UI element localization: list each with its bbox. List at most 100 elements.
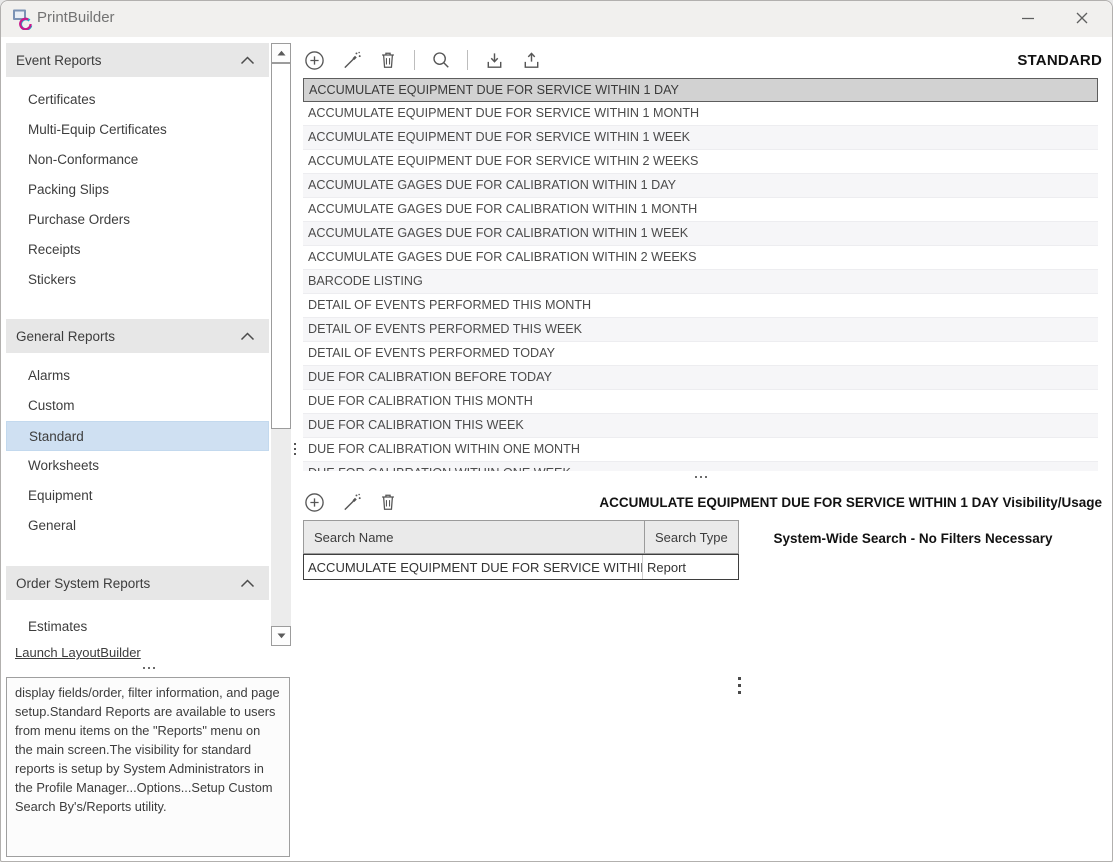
panel-splitter[interactable]	[293, 43, 302, 823]
sidebar-item-alarms[interactable]: Alarms	[6, 361, 269, 391]
import-button[interactable]	[483, 49, 505, 71]
sidebar-item-certificates[interactable]: Certificates	[6, 85, 269, 115]
add-button[interactable]	[303, 49, 325, 71]
minimize-button[interactable]	[1006, 1, 1050, 35]
sidebar: Event Reports CertificatesMulti-Equip Cer…	[6, 43, 269, 662]
sidebar-item-receipts[interactable]: Receipts	[6, 235, 269, 265]
sidebar-item-worksheets[interactable]: Worksheets	[6, 451, 269, 481]
import-icon	[484, 50, 505, 71]
search-table-head: Search NameSearch Type	[303, 520, 739, 554]
report-list: ACCUMULATE EQUIPMENT DUE FOR SERVICE WIT…	[303, 78, 1098, 471]
section-label: Event Reports	[16, 53, 240, 68]
search-button[interactable]	[430, 49, 452, 71]
delete-button[interactable]	[377, 49, 399, 71]
report-row[interactable]: DUE FOR CALIBRATION BEFORE TODAY	[303, 366, 1098, 390]
sidebar-sections: Event Reports CertificatesMulti-Equip Cer…	[6, 43, 269, 642]
report-description-text: display fields/order, filter information…	[6, 677, 290, 857]
launch-layoutbuilder-link[interactable]: Launch LayoutBuilder	[15, 645, 141, 660]
report-list-toolbar: STANDARD	[303, 43, 1102, 77]
sidebar-item-general[interactable]: General	[6, 511, 269, 541]
system-wide-search-note: System-Wide Search - No Filters Necessar…	[748, 531, 1078, 546]
close-icon	[1075, 11, 1089, 25]
report-row[interactable]: DETAIL OF EVENTS PERFORMED THIS WEEK	[303, 318, 1098, 342]
grip-dots-vertical	[738, 677, 741, 694]
section-items: Estimates	[6, 600, 269, 642]
section-header-general-reports[interactable]: General Reports	[6, 319, 269, 353]
chevron-up-icon	[240, 579, 255, 588]
search-table: Search NameSearch Type ACCUMULATE EQUIPM…	[303, 520, 739, 580]
column-header-search-name[interactable]: Search Name	[303, 520, 644, 554]
section-items: AlarmsCustomStandardWorksheetsEquipmentG…	[6, 353, 269, 541]
delete-icon	[378, 492, 398, 512]
grip-dots	[101, 664, 197, 672]
grip-dots-horizontal	[695, 473, 707, 481]
report-row[interactable]: ACCUMULATE GAGES DUE FOR CALIBRATION WIT…	[303, 246, 1098, 270]
close-button[interactable]	[1060, 1, 1104, 35]
grip-dots-vertical	[294, 443, 296, 455]
report-row[interactable]: DUE FOR CALIBRATION WITHIN ONE MONTH	[303, 438, 1098, 462]
report-row[interactable]: DUE FOR CALIBRATION THIS WEEK	[303, 414, 1098, 438]
chevron-up-icon	[240, 56, 255, 65]
magic-wand-icon	[341, 50, 362, 71]
search-table-body: ACCUMULATE EQUIPMENT DUE FOR SERVICE WIT…	[303, 554, 739, 580]
app-icon	[11, 8, 33, 30]
scroll-down-icon	[277, 633, 286, 639]
sidebar-item-non-conformance[interactable]: Non-Conformance	[6, 145, 269, 175]
printbuilder-window: PrintBuilder Event Reports CertificatesMu…	[0, 0, 1113, 862]
table-cell: Report	[643, 555, 736, 579]
export-button[interactable]	[520, 49, 542, 71]
window-title: PrintBuilder	[37, 9, 115, 26]
toolbar-separator	[467, 50, 468, 70]
section-label: Order System Reports	[16, 576, 240, 591]
add-button[interactable]	[303, 491, 325, 513]
toolbar-separator	[414, 50, 415, 70]
delete-icon	[378, 50, 398, 70]
report-row[interactable]: ACCUMULATE EQUIPMENT DUE FOR SERVICE WIT…	[303, 102, 1098, 126]
section-header-event-reports[interactable]: Event Reports	[6, 43, 269, 77]
title-bar: PrintBuilder	[1, 1, 1112, 37]
edit-button[interactable]	[340, 491, 362, 513]
table-cell: ACCUMULATE EQUIPMENT DUE FOR SERVICE WIT…	[304, 555, 643, 579]
scroll-up-button[interactable]	[271, 43, 291, 63]
report-row[interactable]: ACCUMULATE GAGES DUE FOR CALIBRATION WIT…	[303, 174, 1098, 198]
delete-button[interactable]	[377, 491, 399, 513]
chevron-up-icon	[240, 579, 255, 588]
report-row[interactable]: DETAIL OF EVENTS PERFORMED TODAY	[303, 342, 1098, 366]
report-row[interactable]: ACCUMULATE EQUIPMENT DUE FOR SERVICE WIT…	[303, 78, 1098, 102]
edit-button[interactable]	[340, 49, 362, 71]
sidebar-item-equipment[interactable]: Equipment	[6, 481, 269, 511]
export-icon	[521, 50, 542, 71]
chevron-up-icon	[240, 332, 255, 341]
column-header-search-type[interactable]: Search Type	[644, 520, 739, 554]
report-row[interactable]: ACCUMULATE EQUIPMENT DUE FOR SERVICE WIT…	[303, 150, 1098, 174]
scroll-up-icon	[277, 50, 286, 56]
magic-wand-icon	[341, 492, 362, 513]
section-header-order-system-reports[interactable]: Order System Reports	[6, 566, 269, 600]
report-row[interactable]: ACCUMULATE GAGES DUE FOR CALIBRATION WIT…	[303, 198, 1098, 222]
visibility-toolbar: ACCUMULATE EQUIPMENT DUE FOR SERVICE WIT…	[303, 487, 1102, 517]
page-title: STANDARD	[1017, 52, 1102, 69]
chevron-up-icon	[240, 56, 255, 65]
sidebar-item-custom[interactable]: Custom	[6, 391, 269, 421]
sidebar-item-packing-slips[interactable]: Packing Slips	[6, 175, 269, 205]
sidebar-item-standard[interactable]: Standard	[6, 421, 269, 451]
report-row[interactable]: ACCUMULATE EQUIPMENT DUE FOR SERVICE WIT…	[303, 126, 1098, 150]
minimize-icon	[1021, 11, 1035, 25]
sidebar-splitter-handle[interactable]	[101, 664, 197, 672]
sidebar-scrollbar[interactable]	[271, 43, 291, 646]
report-row[interactable]: ACCUMULATE GAGES DUE FOR CALIBRATION WIT…	[303, 222, 1098, 246]
sidebar-item-purchase-orders[interactable]: Purchase Orders	[6, 205, 269, 235]
table-row[interactable]: ACCUMULATE EQUIPMENT DUE FOR SERVICE WIT…	[303, 554, 739, 580]
sidebar-item-multi-equip-certificates[interactable]: Multi-Equip Certificates	[6, 115, 269, 145]
report-row[interactable]: DUE FOR CALIBRATION WITHIN ONE WEEK	[303, 462, 1098, 471]
report-row[interactable]: DUE FOR CALIBRATION THIS MONTH	[303, 390, 1098, 414]
sidebar-item-estimates[interactable]: Estimates	[6, 612, 269, 642]
sidebar-item-stickers[interactable]: Stickers	[6, 265, 269, 295]
report-row[interactable]: DETAIL OF EVENTS PERFORMED THIS MONTH	[303, 294, 1098, 318]
detail-splitter-handle[interactable]	[738, 677, 741, 694]
horizontal-splitter[interactable]	[303, 471, 1098, 483]
scroll-down-button[interactable]	[271, 626, 291, 646]
report-row[interactable]: BARCODE LISTING	[303, 270, 1098, 294]
chevron-up-icon	[240, 332, 255, 341]
scrollbar-thumb[interactable]	[271, 63, 291, 429]
